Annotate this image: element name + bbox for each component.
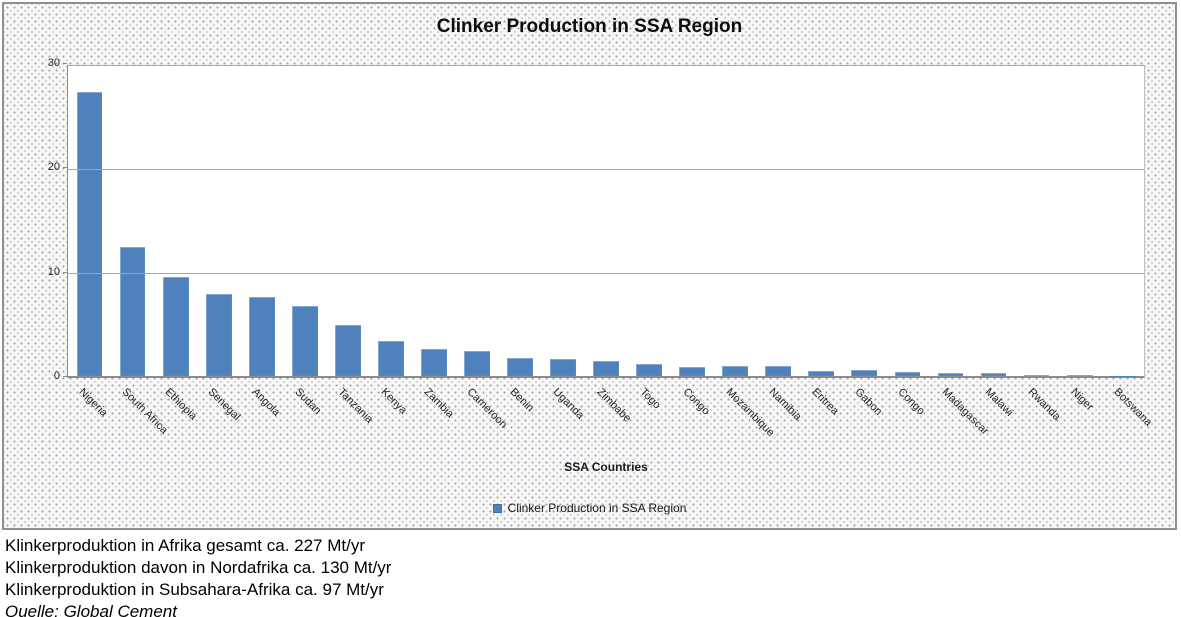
bar-slot-kenya — [369, 66, 412, 376]
bar-malawi — [981, 373, 1007, 376]
bar-slot-angola — [240, 66, 283, 376]
footer-notes: Klinkerproduktion in Afrika gesamt ca. 2… — [5, 535, 391, 617]
chart-title: Clinker Production in SSA Region — [4, 16, 1175, 38]
bar-kenya — [378, 341, 404, 376]
x-label-congo: Congo — [680, 386, 711, 417]
bar-slot-gabon — [843, 66, 886, 376]
x-label-senegal: Senegal — [206, 386, 243, 423]
gridline-10 — [68, 273, 1144, 274]
bar-slot-congo — [886, 66, 929, 376]
bar-slot-mozambique — [714, 66, 757, 376]
bar-slot-malawi — [972, 66, 1015, 376]
x-label-botswana: Botswana — [1111, 386, 1154, 429]
x-label-congo: Congo — [896, 386, 927, 417]
x-label-togo: Togo — [637, 386, 662, 411]
plot-area — [67, 65, 1145, 378]
bar-madagascar — [938, 373, 964, 376]
bar-slot-nigeria — [68, 66, 111, 376]
x-label-malawi: Malawi — [982, 386, 1015, 419]
x-axis-title: SSA Countries — [67, 460, 1145, 474]
bar-slot-botswana — [1101, 66, 1144, 376]
bar-zambia — [421, 349, 447, 376]
x-axis-labels: NigeriaSouth AfricaEthiopiaSenegalAngola… — [67, 384, 1145, 469]
bar-slot-sudan — [283, 66, 326, 376]
footer-line-total: Klinkerproduktion in Afrika gesamt ca. 2… — [5, 535, 391, 557]
x-label-kenya: Kenya — [378, 386, 409, 417]
footer-source: Quelle: Global Cement — [5, 601, 391, 617]
bar-tanzania — [335, 325, 361, 376]
bar-uganda — [550, 359, 576, 376]
bar-slot-uganda — [542, 66, 585, 376]
bar-nigeria — [77, 92, 103, 376]
y-tick-label-30: 30 — [26, 57, 60, 69]
bar-gabon — [851, 370, 877, 376]
x-label-benin: Benin — [508, 386, 536, 414]
bar-rwanda — [1024, 375, 1050, 376]
bar-slot-cameroon — [455, 66, 498, 376]
x-label-zimbabe: Zimbabe — [594, 386, 633, 425]
legend-swatch-icon — [493, 504, 502, 513]
chart-frame: Clinker Production in SSA Region Product… — [2, 2, 1177, 530]
x-label-gabon: Gabon — [853, 386, 885, 418]
bar-slot-zimbabe — [585, 66, 628, 376]
bar-mozambique — [722, 366, 748, 376]
bar-niger — [1067, 375, 1093, 376]
bar-congo — [679, 367, 705, 376]
y-tick-label-0: 0 — [26, 370, 60, 382]
bar-slot-ethiopia — [154, 66, 197, 376]
x-label-niger: Niger — [1068, 386, 1095, 413]
bar-angola — [249, 297, 275, 376]
bar-benin — [507, 358, 533, 376]
footer-line-north-africa: Klinkerproduktion davon in Nordafrika ca… — [5, 557, 391, 579]
bar-zimbabe — [593, 361, 619, 377]
bar-slot-south-africa — [111, 66, 154, 376]
x-label-cameroon: Cameroon — [465, 386, 510, 431]
bar-senegal — [206, 294, 232, 376]
y-tick-label-20: 20 — [26, 161, 60, 173]
bar-eritrea — [808, 371, 834, 376]
x-label-nigeria: Nigeria — [77, 386, 110, 419]
bar-slot-eritrea — [800, 66, 843, 376]
x-label-zambia: Zambia — [422, 386, 456, 420]
x-label-sudan: Sudan — [292, 386, 323, 417]
y-tick-label-10: 10 — [26, 266, 60, 278]
bar-south-africa — [120, 247, 146, 376]
bars-container — [68, 66, 1144, 376]
x-label-eritrea: Eritrea — [810, 386, 841, 417]
bar-slot-togo — [628, 66, 671, 376]
bar-cameroon — [464, 351, 490, 376]
footer-line-subsahara: Klinkerproduktion in Subsahara-Afrika ca… — [5, 579, 391, 601]
bar-slot-rwanda — [1015, 66, 1058, 376]
x-label-ethiopia: Ethiopia — [163, 386, 200, 423]
bar-slot-senegal — [197, 66, 240, 376]
bar-slot-madagascar — [929, 66, 972, 376]
x-label-namibia: Namibia — [767, 386, 804, 423]
bar-slot-namibia — [757, 66, 800, 376]
y-tick-mark-0 — [63, 376, 67, 377]
x-label-rwanda: Rwanda — [1025, 386, 1062, 423]
bar-slot-congo — [671, 66, 714, 376]
bar-slot-tanzania — [326, 66, 369, 376]
bar-slot-niger — [1058, 66, 1101, 376]
bar-ethiopia — [163, 277, 189, 376]
y-tick-mark-30 — [63, 63, 67, 64]
x-label-uganda: Uganda — [551, 386, 587, 422]
gridline-20 — [68, 169, 1144, 170]
legend-label: Clinker Production in SSA Region — [508, 501, 687, 515]
y-tick-mark-10 — [63, 272, 67, 273]
legend: Clinker Production in SSA Region — [4, 501, 1175, 515]
bar-slot-zambia — [412, 66, 455, 376]
y-tick-mark-20 — [63, 167, 67, 168]
bar-namibia — [765, 366, 791, 376]
bar-togo — [636, 364, 662, 376]
bar-slot-benin — [498, 66, 541, 376]
bar-sudan — [292, 306, 318, 376]
bar-congo — [895, 372, 921, 376]
x-label-tanzania: Tanzania — [335, 386, 375, 426]
x-label-angola: Angola — [249, 386, 282, 419]
